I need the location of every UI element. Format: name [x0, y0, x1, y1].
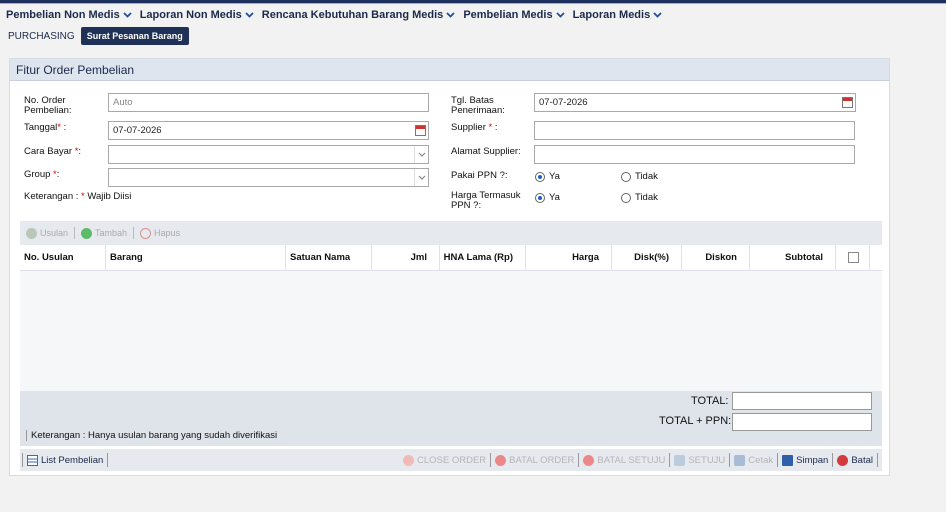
batal-order-button[interactable]: BATAL ORDER	[490, 453, 578, 467]
plus-icon	[81, 227, 93, 239]
batal-button[interactable]: Batal	[832, 453, 877, 467]
menu-pembelian-non-medis[interactable]: Pembelian Non Medis	[6, 9, 132, 21]
tanggal-input[interactable]: 07-07-2026	[108, 121, 429, 140]
total-ppn-field	[732, 413, 872, 431]
breadcrumb-purchasing[interactable]: PURCHASING	[8, 31, 75, 42]
group-select[interactable]	[108, 168, 429, 187]
chevron-down-icon	[245, 12, 254, 18]
chevron-down-icon	[555, 12, 565, 18]
hapus-button[interactable]: Hapus	[140, 227, 180, 239]
setuju-button[interactable]: SETUJU	[669, 453, 729, 467]
top-accent-line	[0, 0, 946, 4]
grid-body	[20, 271, 882, 391]
save-icon	[782, 454, 794, 466]
main-menu: Pembelian Non Medis Laporan Non Medis Re…	[6, 8, 670, 22]
calendar-icon[interactable]	[415, 125, 426, 136]
harga-ppn-ya-radio[interactable]: Ya	[535, 192, 560, 203]
col-checkbox	[836, 245, 870, 271]
usulan-button[interactable]: Usulan	[26, 227, 68, 239]
chevron-down-icon	[446, 12, 455, 18]
tambah-button[interactable]: Tambah	[81, 227, 127, 239]
remove-icon	[140, 227, 152, 239]
tanggal-label: Tanggal* :	[24, 122, 67, 133]
alamat-supplier-input[interactable]	[534, 145, 855, 164]
col-disk[interactable]: Disk(%)	[612, 245, 682, 271]
order-panel: Fitur Order Pembelian No. Order Pembelian…	[9, 58, 890, 476]
menu-laporan-non-medis[interactable]: Laporan Non Medis	[140, 9, 254, 21]
col-jml[interactable]: Jml	[372, 245, 440, 271]
col-harga[interactable]: Harga	[526, 245, 612, 271]
keterangan-wajib: Keterangan : * Wajib Diisi	[24, 191, 132, 202]
chevron-down-icon	[414, 146, 428, 163]
menu-laporan-medis[interactable]: Laporan Medis	[573, 9, 663, 21]
cancel-icon	[495, 454, 507, 466]
select-all-checkbox[interactable]	[848, 252, 859, 263]
col-subtotal[interactable]: Subtotal	[750, 245, 836, 271]
close-order-button[interactable]: CLOSE ORDER	[399, 453, 490, 467]
no-order-input[interactable]: Auto	[108, 93, 429, 112]
list-icon	[27, 454, 38, 466]
grid-header: No. Usulan Barang Satuan Nama Jml HNA La…	[20, 245, 882, 271]
cara-bayar-select[interactable]	[108, 145, 429, 164]
col-diskon[interactable]: Diskon	[682, 245, 750, 271]
bottom-toolbar: List Pembelian CLOSE ORDER BATAL ORDER B…	[20, 449, 882, 471]
group-label: Group *:	[24, 169, 60, 180]
chevron-down-icon	[123, 12, 132, 18]
chevron-down-icon	[414, 169, 428, 186]
chevron-down-icon	[653, 12, 662, 18]
pakai-ppn-label: Pakai PPN ?:	[451, 170, 508, 181]
harga-ppn-tidak-radio[interactable]: Tidak	[621, 192, 658, 203]
grid-toolbar: Usulan Tambah Hapus	[20, 221, 882, 245]
warning-icon	[402, 454, 414, 466]
approve-icon	[674, 454, 686, 466]
tgl-batas-label: Tgl. Batas Penerimaan:	[451, 95, 505, 116]
simpan-button[interactable]: Simpan	[777, 453, 832, 467]
cetak-button[interactable]: Cetak	[729, 453, 777, 467]
breadcrumb: PURCHASING Surat Pesanan Barang	[8, 27, 189, 45]
batal-setuju-button[interactable]: BATAL SETUJU	[578, 453, 669, 467]
menu-pembelian-medis[interactable]: Pembelian Medis	[463, 9, 565, 21]
cara-bayar-label: Cara Bayar *:	[24, 146, 82, 157]
alamat-supplier-label: Alamat Supplier:	[451, 146, 521, 157]
close-icon	[837, 454, 849, 466]
col-no-usulan[interactable]: No. Usulan	[20, 245, 106, 271]
calendar-icon[interactable]	[842, 97, 853, 108]
harga-ppn-label: Harga Termasuk PPN ?:	[451, 190, 521, 211]
col-hna[interactable]: HNA Lama (Rp)	[440, 245, 526, 271]
ppn-tidak-radio[interactable]: Tidak	[621, 171, 658, 182]
grid-note: Keterangan : Hanya usulan barang yang su…	[26, 430, 277, 441]
supplier-label: Supplier * :	[451, 122, 498, 133]
col-barang[interactable]: Barang	[106, 245, 286, 271]
supplier-input[interactable]	[534, 121, 855, 140]
no-order-label: No. Order Pembelian:	[24, 95, 72, 116]
tgl-batas-input[interactable]: 07-07-2026	[534, 93, 856, 112]
total-ppn-label: TOTAL + PPN:	[659, 415, 732, 427]
total-label: TOTAL:	[691, 395, 729, 407]
panel-title: Fitur Order Pembelian	[10, 59, 889, 81]
cancel-icon	[583, 454, 595, 466]
menu-rencana-kebutuhan[interactable]: Rencana Kebutuhan Barang Medis	[262, 9, 456, 21]
breadcrumb-surat-pesanan[interactable]: Surat Pesanan Barang	[80, 27, 189, 45]
total-field	[732, 392, 872, 410]
col-satuan[interactable]: Satuan Nama	[286, 245, 372, 271]
list-pembelian-button[interactable]: List Pembelian	[22, 453, 107, 467]
usulan-icon	[26, 227, 37, 239]
printer-icon	[734, 454, 746, 466]
ppn-ya-radio[interactable]: Ya	[535, 171, 560, 182]
